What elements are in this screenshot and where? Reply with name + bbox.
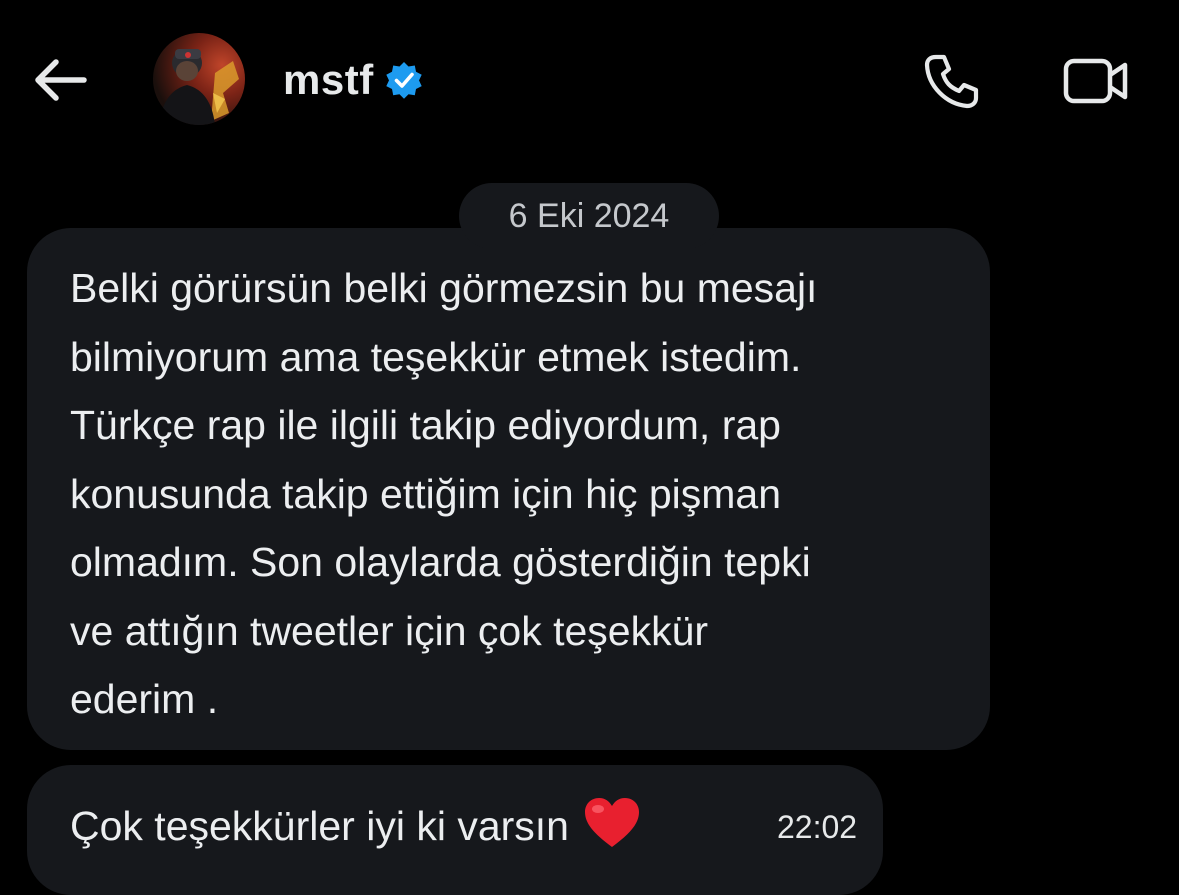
call-button[interactable]	[918, 50, 984, 112]
chat-header: mstf	[0, 0, 1179, 160]
date-separator: 6 Eki 2024	[459, 183, 719, 249]
message-bubble-received[interactable]: Çok teşekkürler iyi ki varsın 22:02	[27, 765, 883, 895]
phone-icon	[924, 54, 979, 109]
contact-name: mstf	[283, 56, 374, 103]
video-camera-icon	[1063, 58, 1128, 104]
contact-name-group[interactable]: mstf	[283, 52, 424, 108]
message-bubble-received[interactable]: Belki görürsün belki görmezsin bu mesajı…	[27, 228, 990, 750]
message-content: Çok teşekkürler iyi ki varsın	[70, 795, 641, 856]
verified-badge-icon	[384, 60, 424, 100]
avatar-image	[153, 33, 245, 125]
message-time: 22:02	[777, 809, 858, 845]
message-text: Belki görürsün belki görmezsin bu mesajı…	[70, 265, 818, 722]
arrow-left-icon	[35, 59, 87, 101]
message-text: Çok teşekkürler iyi ki varsın	[70, 802, 569, 849]
video-call-button[interactable]	[1058, 50, 1134, 112]
red-heart-icon	[583, 797, 641, 858]
back-button[interactable]	[30, 50, 90, 110]
avatar[interactable]	[153, 33, 245, 125]
